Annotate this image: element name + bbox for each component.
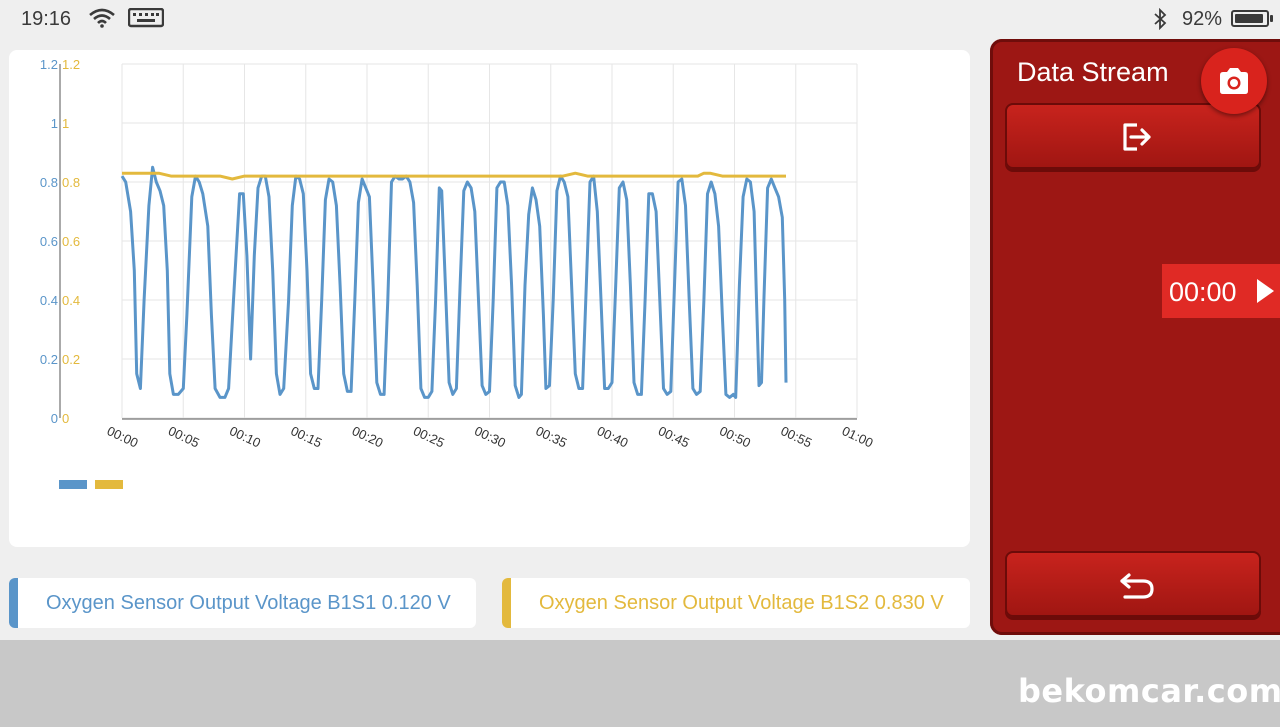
exit-button[interactable] xyxy=(1005,103,1261,169)
timer-text: 00:00 xyxy=(1169,277,1237,307)
x-tick-label: 00:55 xyxy=(778,423,814,450)
y-tick-label-left: 0.8 xyxy=(40,175,58,190)
x-tick-label: 00:00 xyxy=(105,423,141,450)
y-tick-label-right: 1.2 xyxy=(62,57,80,72)
y-tick-label-right: 0.6 xyxy=(62,234,80,249)
screenshot-camera-button[interactable] xyxy=(1201,48,1267,114)
data-stream-chart: 0 0.2 0.4 0.6 0.8 1 1.2 0 0.2 0.4 0.6 0.8 1 1.2 00:00 0… xyxy=(40,57,876,450)
y-tick-label-right: 0.2 xyxy=(62,352,80,367)
chart-card: 0 0.2 0.4 0.6 0.8 1 1.2 0 0.2 0.4 0.6 0.8 1 1.2 00:00 0… xyxy=(9,50,970,547)
sensor-card-b1s2[interactable]: Oxygen Sensor Output Voltage B1S2 0.830 … xyxy=(502,578,970,628)
series-line-b1s2 xyxy=(122,171,786,181)
y-tick-label-left: 0.4 xyxy=(40,293,58,308)
wifi-icon xyxy=(89,8,115,28)
status-time: 19:16 xyxy=(21,8,72,30)
y-tick-label-left: 0.2 xyxy=(40,352,58,367)
keyboard-icon xyxy=(128,8,164,28)
sensor-color-bar xyxy=(9,578,18,628)
x-tick-label: 00:30 xyxy=(472,423,508,450)
x-tick-label: 00:05 xyxy=(166,423,202,450)
series-line-b1s1 xyxy=(120,165,788,399)
sensor-label-b1s1: Oxygen Sensor Output Voltage B1S1 0.120 … xyxy=(46,592,451,614)
watermark: bekomcar.com xyxy=(1018,672,1280,710)
y-tick-label-left: 0.6 xyxy=(40,234,58,249)
battery-icon xyxy=(1231,10,1273,27)
sensor-label-b1s2: Oxygen Sensor Output Voltage B1S2 0.830 … xyxy=(539,592,944,614)
battery-fill xyxy=(1235,14,1263,23)
y-tick-label-right: 0.8 xyxy=(62,175,80,190)
exit-icon xyxy=(1123,123,1151,151)
x-tick-label: 00:50 xyxy=(717,423,753,450)
sensor-card-b1s1[interactable]: Oxygen Sensor Output Voltage B1S1 0.120 … xyxy=(9,578,476,628)
camera-icon xyxy=(1220,68,1248,94)
record-timer[interactable]: 00:00 xyxy=(1162,264,1280,318)
legend-swatch-b1s1 xyxy=(59,480,87,489)
status-bar: 19:16 92% xyxy=(0,0,1280,36)
legend-swatch-b1s2 xyxy=(95,480,123,489)
x-tick-label: 01:00 xyxy=(840,423,876,450)
back-icon xyxy=(1120,573,1154,599)
y-tick-label-right: 0.4 xyxy=(62,293,80,308)
x-tick-label: 00:10 xyxy=(227,423,263,450)
panel-title: Data Stream xyxy=(1017,57,1169,87)
x-tick-label: 00:45 xyxy=(656,423,692,450)
x-tick-label: 00:25 xyxy=(411,423,447,450)
y-tick-label-left: 1 xyxy=(51,116,58,131)
y-tick-label-left: 1.2 xyxy=(40,57,58,72)
back-button[interactable] xyxy=(1005,551,1261,617)
y-tick-label-right: 0 xyxy=(62,411,69,426)
bluetooth-icon xyxy=(1154,8,1167,30)
y-tick-label-right: 1 xyxy=(62,116,69,131)
x-tick-label: 00:15 xyxy=(288,423,324,450)
x-tick-label: 00:35 xyxy=(533,423,569,450)
sensor-color-bar xyxy=(502,578,511,628)
play-icon[interactable] xyxy=(1255,278,1275,304)
y-tick-label-left: 0 xyxy=(51,411,58,426)
battery-percent: 92% xyxy=(1182,8,1223,30)
data-stream-panel: Data Stream xyxy=(990,39,1280,635)
x-tick-label: 00:40 xyxy=(595,423,631,450)
x-tick-label: 00:20 xyxy=(350,423,386,450)
